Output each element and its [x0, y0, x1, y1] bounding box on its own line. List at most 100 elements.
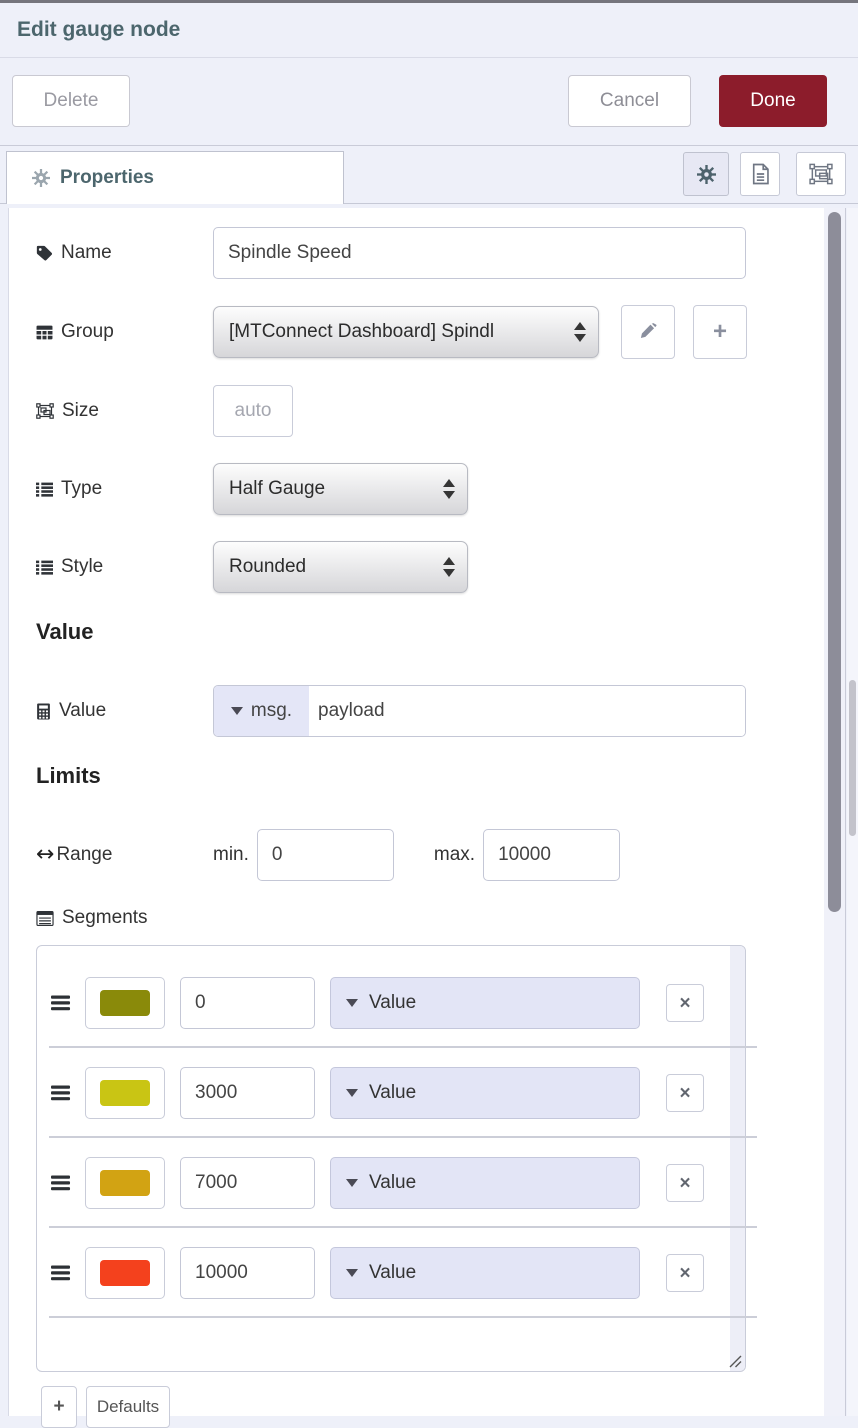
calculator-icon	[36, 703, 51, 720]
properties-tab-button[interactable]	[683, 152, 729, 196]
list-table-icon	[36, 911, 54, 926]
delete-segment-button[interactable]: ×	[666, 1074, 704, 1112]
value-section-heading: Value	[36, 619, 845, 645]
list-icon	[36, 482, 53, 497]
name-input[interactable]	[213, 227, 746, 279]
segment-color-swatch	[100, 1260, 150, 1286]
segments-label: Segments	[36, 907, 845, 929]
select-arrows-icon	[443, 557, 455, 577]
select-arrows-icon	[574, 322, 586, 342]
tag-icon	[36, 245, 53, 262]
value-typed-input: msg.	[213, 685, 746, 737]
segments-footer: + Defaults	[41, 1386, 845, 1428]
dialog-header: Edit gauge node	[0, 3, 858, 58]
description-tab-button[interactable]	[740, 152, 780, 196]
typed-input-type-button[interactable]: msg.	[214, 686, 309, 736]
drag-handle-icon[interactable]	[51, 1175, 71, 1191]
segment-type-select[interactable]: Value	[330, 977, 640, 1029]
form-scrollbar-track[interactable]	[824, 208, 845, 1416]
table-icon	[36, 325, 53, 340]
value-label: Value	[36, 700, 213, 722]
segment-color-button[interactable]	[85, 1247, 165, 1299]
resize-handle-icon[interactable]	[726, 1352, 743, 1369]
caret-down-icon	[346, 1269, 358, 1277]
appearance-frame-icon	[809, 163, 833, 185]
segment-value-input[interactable]	[180, 1157, 315, 1209]
segment-value-input[interactable]	[180, 977, 315, 1029]
range-min-input[interactable]	[257, 829, 394, 881]
cancel-button[interactable]: Cancel	[568, 75, 691, 127]
select-arrows-icon	[443, 479, 455, 499]
type-label: Type	[36, 478, 213, 500]
pencil-icon	[639, 323, 657, 341]
segment-value-input[interactable]	[180, 1067, 315, 1119]
limits-section-heading: Limits	[36, 763, 845, 789]
segment-color-button[interactable]	[85, 977, 165, 1029]
value-property-input[interactable]	[309, 686, 745, 736]
dialog-button-bar: Delete Cancel Done	[0, 58, 858, 146]
tab-properties-label: Properties	[60, 167, 154, 189]
form-scrollbar-thumb[interactable]	[828, 212, 841, 912]
segment-type-select[interactable]: Value	[330, 1067, 640, 1119]
caret-down-icon	[346, 1089, 358, 1097]
add-group-button[interactable]: +	[693, 305, 747, 359]
value-row: Value msg.	[36, 685, 845, 737]
typed-input-prefix: msg.	[251, 700, 292, 722]
gear-icon	[697, 165, 716, 184]
type-row: Type Half Gauge	[36, 463, 845, 515]
object-group-icon	[36, 403, 54, 419]
max-label: max.	[434, 844, 475, 866]
gear-icon	[32, 169, 50, 187]
tab-properties[interactable]: Properties	[6, 151, 344, 204]
size-auto-button[interactable]: auto	[213, 385, 293, 437]
range-max-input[interactable]	[483, 829, 620, 881]
window-scrollbar-track[interactable]	[847, 208, 858, 1416]
segment-type-select[interactable]: Value	[330, 1157, 640, 1209]
min-label: min.	[213, 844, 249, 866]
name-row: Name	[36, 227, 845, 279]
properties-form-panel: Name Group [MTConnect Dashboard] Spindl	[8, 208, 846, 1416]
defaults-button[interactable]: Defaults	[86, 1386, 170, 1428]
appearance-tab-button[interactable]	[796, 152, 846, 196]
delete-button[interactable]: Delete	[12, 75, 130, 127]
segment-value-input[interactable]	[180, 1247, 315, 1299]
add-segment-button[interactable]: +	[41, 1386, 77, 1428]
delete-segment-button[interactable]: ×	[666, 984, 704, 1022]
delete-segment-button[interactable]: ×	[666, 1164, 704, 1202]
segment-color-swatch	[100, 990, 150, 1016]
segment-row: Value ×	[51, 1228, 745, 1318]
dialog-title: Edit gauge node	[17, 18, 180, 42]
style-row: Style Rounded	[36, 541, 845, 593]
segment-type-select[interactable]: Value	[330, 1247, 640, 1299]
segment-row: Value ×	[51, 1048, 745, 1138]
range-row: ↔ Range min. max.	[36, 829, 845, 881]
drag-handle-icon[interactable]	[51, 995, 71, 1011]
segment-color-swatch	[100, 1080, 150, 1106]
segment-color-button[interactable]	[85, 1067, 165, 1119]
done-button[interactable]: Done	[719, 75, 827, 127]
delete-segment-button[interactable]: ×	[666, 1254, 704, 1292]
tab-row: Properties	[0, 146, 858, 204]
caret-down-icon	[346, 999, 358, 1007]
segment-color-button[interactable]	[85, 1157, 165, 1209]
group-label: Group	[36, 321, 213, 343]
style-label: Style	[36, 556, 213, 578]
caret-down-icon	[231, 707, 243, 715]
drag-handle-icon[interactable]	[51, 1265, 71, 1281]
segment-color-swatch	[100, 1170, 150, 1196]
list-icon	[36, 560, 53, 575]
size-row: Size auto	[36, 385, 845, 437]
segments-editor: Value ×	[36, 945, 746, 1372]
group-row: Group [MTConnect Dashboard] Spindl +	[36, 305, 845, 359]
style-select[interactable]: Rounded	[213, 541, 468, 593]
edit-group-button[interactable]	[621, 305, 675, 359]
group-select[interactable]: [MTConnect Dashboard] Spindl	[213, 306, 599, 358]
name-label: Name	[36, 242, 213, 264]
window-scrollbar-thumb[interactable]	[849, 680, 856, 836]
range-label: ↔ Range	[36, 844, 213, 866]
drag-handle-icon[interactable]	[51, 1085, 71, 1101]
segment-row: Value ×	[51, 958, 745, 1048]
size-label: Size	[36, 400, 213, 422]
type-select[interactable]: Half Gauge	[213, 463, 468, 515]
caret-down-icon	[346, 1179, 358, 1187]
